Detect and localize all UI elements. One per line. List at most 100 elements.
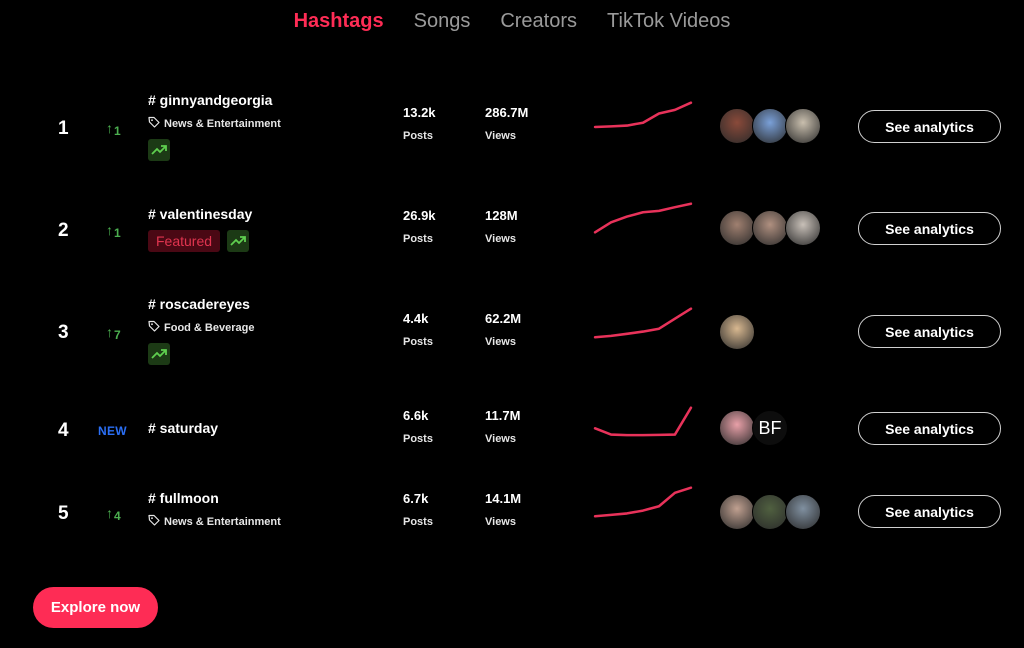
hashtag-name[interactable]: # valentinesday — [148, 206, 252, 222]
rank-change: ↑ 4 — [106, 505, 121, 523]
posts-stat: 6.6k Posts — [403, 408, 433, 445]
rank-number: 3 — [58, 322, 69, 343]
rank-number: 2 — [58, 220, 69, 241]
creator-avatar[interactable] — [752, 108, 788, 144]
creator-avatar[interactable] — [719, 108, 755, 144]
creator-avatar[interactable]: BF — [752, 410, 788, 446]
tab-songs[interactable]: Songs — [399, 8, 486, 34]
new-badge: NEW — [98, 424, 127, 438]
tab-creators[interactable]: Creators — [485, 8, 592, 34]
category-text: News & Entertainment — [164, 117, 281, 130]
posts-label: Posts — [403, 130, 433, 142]
arrow-up-icon: ↑ — [106, 120, 113, 136]
creator-avatar[interactable] — [719, 410, 755, 446]
posts-stat: 26.9k Posts — [403, 208, 436, 245]
tag-icon — [148, 116, 164, 131]
rank-change-value: 4 — [114, 509, 121, 523]
sparkline-line — [593, 101, 693, 129]
posts-count: 6.7k — [403, 491, 429, 506]
sparkline-line — [593, 486, 693, 518]
see-analytics-button[interactable]: See analytics — [858, 110, 1001, 143]
rank-number: 4 — [58, 420, 69, 441]
views-label: Views — [485, 130, 516, 142]
creator-avatar[interactable] — [719, 210, 755, 246]
hashtag-row: 2 ↑ 1 # valentinesday Featured 26.9k Posts 128M… — [0, 202, 1024, 306]
creator-avatar[interactable] — [719, 314, 755, 350]
posts-label: Posts — [403, 233, 433, 245]
creator-avatar[interactable] — [785, 108, 821, 144]
posts-count: 4.4k — [403, 311, 429, 326]
creator-avatars: BF — [719, 410, 788, 446]
views-label: Views — [485, 336, 516, 348]
posts-label: Posts — [403, 433, 433, 445]
trending-up-icon — [148, 139, 170, 161]
creator-avatar[interactable] — [719, 494, 755, 530]
trend-sparkline — [593, 307, 693, 339]
trend-sparkline — [593, 486, 693, 518]
hashtag-row: 1 ↑ 1 # ginnyandgeorgia News & Entertainment… — [0, 92, 1024, 192]
views-count: 128M — [485, 208, 518, 223]
views-stat: 286.7M Views — [485, 105, 528, 142]
views-count: 286.7M — [485, 105, 529, 120]
sparkline-line — [593, 406, 693, 437]
tag-icon — [148, 514, 164, 529]
creator-avatar[interactable] — [752, 210, 788, 246]
views-count: 62.2M — [485, 311, 522, 326]
posts-stat: 6.7k Posts — [403, 491, 433, 528]
category-tabs: Hashtags Songs Creators TikTok Videos — [0, 8, 1024, 34]
category-label: Food & Beverage — [148, 320, 254, 335]
rank-change: ↑ 7 — [106, 324, 121, 342]
arrow-up-icon: ↑ — [106, 324, 113, 340]
rank-number: 5 — [58, 503, 69, 524]
creator-avatars — [719, 210, 821, 246]
rank-change-value: 1 — [114, 124, 121, 138]
hashtag-name[interactable]: # roscadereyes — [148, 296, 254, 312]
posts-count: 13.2k — [403, 105, 436, 120]
tag-icon — [148, 320, 164, 335]
hashtag-info: # saturday — [148, 420, 218, 436]
creator-avatar[interactable] — [785, 494, 821, 530]
category-text: Food & Beverage — [164, 321, 255, 334]
arrow-up-icon: ↑ — [106, 222, 113, 238]
hashtag-info: # valentinesday Featured — [148, 206, 252, 252]
rank-change-value: 7 — [114, 328, 121, 342]
tab-tiktok-videos[interactable]: TikTok Videos — [592, 8, 745, 34]
hashtag-info: # fullmoon News & Entertainment — [148, 490, 281, 529]
posts-label: Posts — [403, 336, 433, 348]
rank-change-value: 1 — [114, 226, 121, 240]
hashtag-name[interactable]: # fullmoon — [148, 490, 281, 506]
badges — [148, 139, 281, 161]
posts-count: 26.9k — [403, 208, 436, 223]
see-analytics-button[interactable]: See analytics — [858, 412, 1001, 445]
arrow-up-icon: ↑ — [106, 505, 113, 521]
creator-avatar[interactable] — [785, 210, 821, 246]
see-analytics-button[interactable]: See analytics — [858, 212, 1001, 245]
explore-now-button[interactable]: Explore now — [33, 587, 158, 628]
badges: Featured — [148, 230, 252, 252]
views-stat: 11.7M Views — [485, 408, 520, 445]
trend-sparkline — [593, 202, 693, 234]
posts-stat: 13.2k Posts — [403, 105, 436, 142]
sparkline-line — [593, 202, 693, 234]
trend-sparkline — [593, 406, 693, 437]
featured-badge: Featured — [148, 230, 221, 252]
category-label: News & Entertainment — [148, 514, 281, 529]
hashtag-name[interactable]: # ginnyandgeorgia — [148, 92, 281, 108]
tab-hashtags[interactable]: Hashtags — [279, 8, 399, 34]
rank-number: 1 — [58, 118, 69, 139]
views-count: 11.7M — [485, 408, 521, 423]
trending-up-icon — [227, 230, 250, 252]
trend-sparkline — [593, 101, 693, 129]
category-text: News & Entertainment — [164, 515, 281, 528]
views-count: 14.1M — [485, 491, 522, 506]
views-stat: 62.2M Views — [485, 311, 521, 348]
creator-avatars — [719, 314, 755, 350]
category-label: News & Entertainment — [148, 116, 281, 131]
hashtag-name[interactable]: # saturday — [148, 420, 218, 436]
hashtag-row: 3 ↑ 7 # roscadereyes Food & Beverage 4.4k Post… — [0, 296, 1024, 396]
creator-avatar[interactable] — [752, 494, 788, 530]
hashtag-row: 5 ↑ 4 # fullmoon News & Entertainment 6.7k Pos… — [0, 486, 1024, 590]
posts-label: Posts — [403, 516, 433, 528]
see-analytics-button[interactable]: See analytics — [858, 315, 1001, 348]
see-analytics-button[interactable]: See analytics — [858, 495, 1001, 528]
